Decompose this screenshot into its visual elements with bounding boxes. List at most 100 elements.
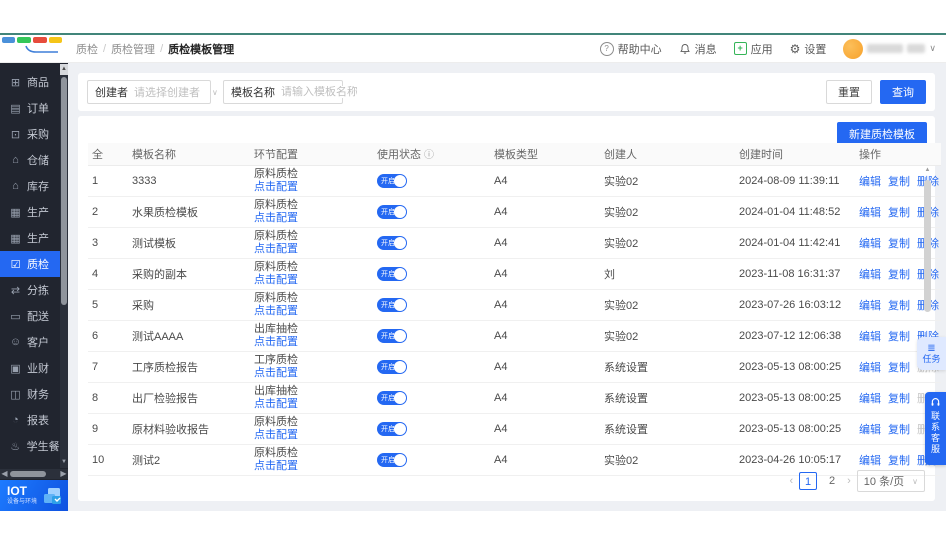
configure-link[interactable]: 点击配置 — [254, 212, 369, 225]
sidebar-hscrollbar-thumb[interactable] — [10, 471, 46, 477]
status-toggle[interactable]: 开启 — [377, 360, 407, 374]
toggle-knob — [394, 268, 406, 280]
sidebar-item-goods[interactable]: ⊞商品› — [0, 69, 68, 95]
prev-page-button[interactable]: ‹ — [789, 475, 793, 487]
edit-link[interactable]: 编辑 — [859, 455, 881, 467]
template-name-field[interactable]: 模板名称 — [223, 80, 343, 104]
template-name: 测试AAAA — [128, 321, 250, 352]
copy-link[interactable]: 复制 — [888, 455, 910, 467]
configure-link[interactable]: 点击配置 — [254, 429, 369, 442]
sidebar-item-inventory[interactable]: ⌂库存› — [0, 173, 68, 199]
copy-link[interactable]: 复制 — [888, 331, 910, 343]
configure-link[interactable]: 点击配置 — [254, 460, 369, 473]
configure-link[interactable]: 点击配置 — [254, 181, 369, 194]
creator: 实验02 — [600, 228, 735, 259]
template-name-input[interactable] — [281, 86, 357, 98]
page-size-select[interactable]: 10 条/页 ∨ — [857, 470, 925, 492]
configure-link[interactable]: 点击配置 — [254, 243, 369, 256]
breadcrumb-item[interactable]: 质检 — [76, 41, 98, 57]
copy-link[interactable]: 复制 — [888, 393, 910, 405]
sidebar-item-iot[interactable]: IOT 设备与环境 — [0, 480, 68, 511]
sidebar-hscrollbar: ◀ ▶ — [0, 469, 68, 479]
tasks-float-button[interactable]: ≣ 任务 — [917, 337, 946, 370]
settings-button[interactable]: ⚙ 设置 — [790, 41, 827, 57]
copy-link[interactable]: 复制 — [888, 362, 910, 374]
edit-link[interactable]: 编辑 — [859, 424, 881, 436]
edit-link[interactable]: 编辑 — [859, 176, 881, 188]
sidebar-scrollbar-track[interactable] — [60, 75, 68, 457]
reset-button[interactable]: 重置 — [826, 80, 872, 104]
table-scrollbar-thumb[interactable] — [924, 180, 931, 312]
page-number-button[interactable]: 1 — [799, 472, 817, 490]
apps-label: 应用 — [751, 41, 773, 57]
edit-link[interactable]: 编辑 — [859, 331, 881, 343]
status-toggle[interactable]: 开启 — [377, 298, 407, 312]
breadcrumb-separator: / — [103, 43, 106, 55]
copy-link[interactable]: 复制 — [888, 424, 910, 436]
edit-link[interactable]: 编辑 — [859, 300, 881, 312]
sidebar-item-production-2[interactable]: ▦生产› — [0, 225, 68, 251]
chevron-down-icon: ∨ — [929, 43, 936, 54]
toggle-on-label: 开启 — [381, 331, 395, 341]
configure-link[interactable]: 点击配置 — [254, 336, 369, 349]
edit-link[interactable]: 编辑 — [859, 238, 881, 250]
sidebar-scroll-down-button[interactable]: ▼ — [60, 457, 68, 468]
sidebar-scrollbar-thumb[interactable] — [61, 77, 67, 305]
status-toggle[interactable]: 开启 — [377, 391, 407, 405]
search-button[interactable]: 查询 — [880, 80, 926, 104]
help-center-button[interactable]: ? 帮助中心 — [600, 41, 662, 57]
copy-link[interactable]: 复制 — [888, 238, 910, 250]
copy-link[interactable]: 复制 — [888, 269, 910, 281]
stage-name: 原料质检 — [254, 261, 369, 274]
configure-link[interactable]: 点击配置 — [254, 305, 369, 318]
apps-button[interactable]: + 应用 — [734, 41, 773, 57]
copy-link[interactable]: 复制 — [888, 207, 910, 219]
sidebar-scroll-left-button[interactable]: ◀ — [0, 469, 9, 479]
status-toggle[interactable]: 开启 — [377, 236, 407, 250]
status-toggle[interactable]: 开启 — [377, 205, 407, 219]
sidebar-item-orders[interactable]: ▤订单› — [0, 95, 68, 121]
edit-link[interactable]: 编辑 — [859, 269, 881, 281]
copy-link[interactable]: 复制 — [888, 176, 910, 188]
sidebar-scroll-right-button[interactable]: ▶ — [59, 469, 68, 479]
status-toggle[interactable]: 开启 — [377, 422, 407, 436]
configure-link[interactable]: 点击配置 — [254, 367, 369, 380]
info-circle-icon[interactable]: ⓘ — [424, 150, 434, 161]
breadcrumb-item[interactable]: 质检管理 — [111, 41, 155, 57]
toggle-on-label: 开启 — [381, 393, 395, 403]
sidebar-item-quality[interactable]: ☑质检› — [0, 251, 68, 277]
table-scroll-up-button[interactable]: ▲ — [923, 166, 932, 175]
configure-link[interactable]: 点击配置 — [254, 398, 369, 411]
user-menu[interactable]: ∨ — [843, 39, 936, 59]
sidebar-item-student-meals[interactable]: ♨学生餐› — [0, 433, 68, 459]
row-index: 4 — [88, 259, 128, 290]
contact-support-float-button[interactable]: 联系客服 — [925, 392, 946, 465]
page-number-button[interactable]: 2 — [823, 472, 841, 490]
sidebar-item-warehouse[interactable]: ⌂仓储› — [0, 147, 68, 173]
template-type: A4 — [490, 352, 600, 383]
column-header: 创建时间 — [735, 143, 855, 166]
tasks-stack-icon: ≣ — [927, 343, 935, 354]
sidebar-item-purchase[interactable]: ⊡采购› — [0, 121, 68, 147]
status-toggle[interactable]: 开启 — [377, 174, 407, 188]
sidebar-item-delivery[interactable]: ▭配送› — [0, 303, 68, 329]
sidebar-item-business-finance[interactable]: ▣业财› — [0, 355, 68, 381]
sidebar-item-reports[interactable]: ◔报表› — [0, 407, 68, 433]
sidebar-item-production-1[interactable]: ▦生产› — [0, 199, 68, 225]
next-page-button[interactable]: › — [847, 475, 851, 487]
app-logo — [2, 37, 64, 55]
status-toggle[interactable]: 开启 — [377, 329, 407, 343]
status-toggle[interactable]: 开启 — [377, 453, 407, 467]
sidebar-scroll-up-button[interactable]: ▲ — [60, 64, 68, 75]
configure-link[interactable]: 点击配置 — [254, 274, 369, 287]
sidebar-item-customers[interactable]: ☺客户› — [0, 329, 68, 355]
messages-button[interactable]: 消息 — [679, 41, 717, 57]
sidebar-item-finance[interactable]: ◫财务› — [0, 381, 68, 407]
edit-link[interactable]: 编辑 — [859, 393, 881, 405]
edit-link[interactable]: 编辑 — [859, 362, 881, 374]
status-toggle[interactable]: 开启 — [377, 267, 407, 281]
creator-select[interactable]: 创建者 请选择创建者 ∨ — [87, 80, 211, 104]
copy-link[interactable]: 复制 — [888, 300, 910, 312]
sidebar-item-sorting[interactable]: ⇄分拣› — [0, 277, 68, 303]
edit-link[interactable]: 编辑 — [859, 207, 881, 219]
